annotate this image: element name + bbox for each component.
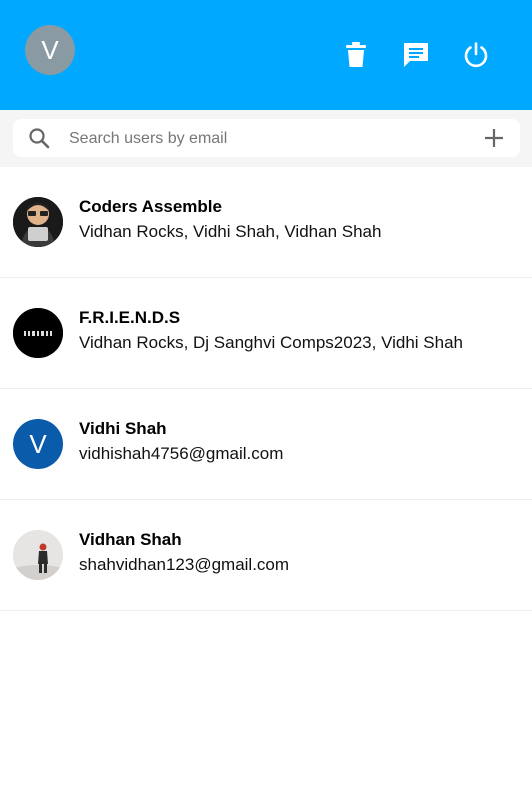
chat-icon xyxy=(404,43,428,67)
group-avatar xyxy=(13,308,63,358)
conversation-members: Vidhan Rocks, Vidhi Shah, Vidhan Shah xyxy=(79,222,382,241)
conversation-list: Coders Assemble Vidhan Rocks, Vidhi Shah… xyxy=(0,167,532,611)
delete-icon xyxy=(346,42,366,67)
user-avatar xyxy=(13,530,63,580)
conversation-name: Vidhi Shah xyxy=(79,419,167,438)
user-avatar[interactable]: V xyxy=(25,25,75,75)
search-input[interactable] xyxy=(67,123,471,155)
conversation-item[interactable]: Vidhan Shah shahvidhan123@gmail.com xyxy=(0,500,532,611)
app-header: V xyxy=(0,0,532,110)
conversation-members: Vidhan Rocks, Dj Sanghvi Comps2023, Vidh… xyxy=(79,333,463,352)
conversation-item[interactable]: Coders Assemble Vidhan Rocks, Vidhi Shah… xyxy=(0,167,532,278)
group-avatar xyxy=(13,197,63,247)
conversation-item[interactable]: F.R.I.E.N.D.S Vidhan Rocks, Dj Sanghvi C… xyxy=(0,278,532,389)
conversation-email: vidhishah4756@gmail.com xyxy=(79,444,284,463)
power-icon xyxy=(464,42,488,68)
delete-button[interactable] xyxy=(341,40,371,70)
chat-app: V Search users by email Coders Assemble … xyxy=(0,0,532,804)
user-avatar: V xyxy=(13,419,63,469)
add-icon[interactable] xyxy=(483,127,505,149)
chat-button[interactable] xyxy=(401,40,431,70)
conversation-name: Coders Assemble xyxy=(79,197,222,216)
logout-button[interactable] xyxy=(461,40,491,70)
conversation-email: shahvidhan123@gmail.com xyxy=(79,555,290,574)
conversation-name: Vidhan Shah xyxy=(79,530,182,549)
conversation-item[interactable]: V Vidhi Shah vidhishah4756@gmail.com xyxy=(0,389,532,500)
conversation-name: F.R.I.E.N.D.S xyxy=(79,308,181,327)
search-bar xyxy=(0,110,532,167)
search-box xyxy=(13,119,520,157)
search-icon xyxy=(29,128,50,149)
